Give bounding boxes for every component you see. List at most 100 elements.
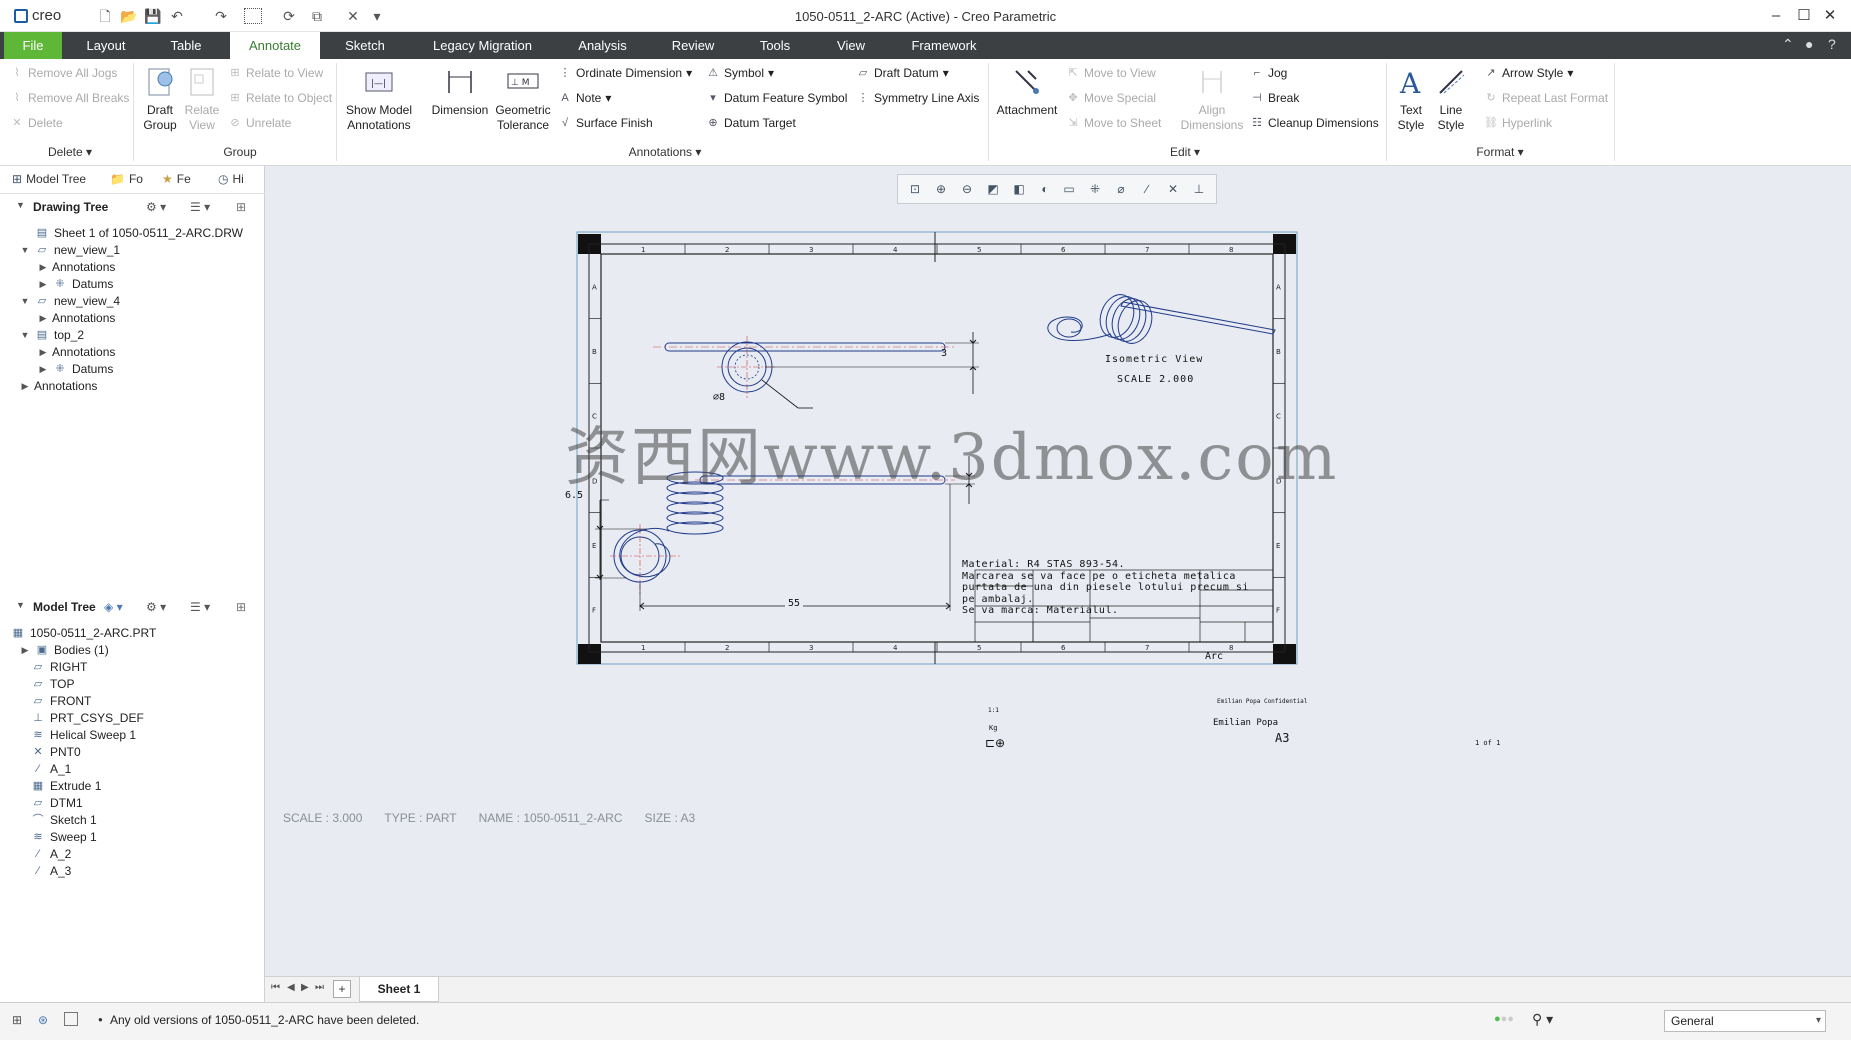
show-model-annotations-button[interactable]: |—| Show Model Annotations: [340, 65, 418, 133]
expand-icon[interactable]: ▶: [20, 377, 30, 395]
ordinate-dimension-button[interactable]: ⋮ Ordinate Dimension ▾: [558, 66, 693, 80]
drawing-tree-expand-icon[interactable]: ⊞: [236, 200, 246, 214]
tab-framework[interactable]: Framework: [898, 32, 990, 59]
arrow-style-button[interactable]: ↗ Arrow Style ▾: [1484, 66, 1573, 80]
collapse-model-tree-icon[interactable]: ▼: [16, 600, 25, 610]
model-tree-item[interactable]: ▦ Extrude 1: [30, 777, 102, 795]
break-button[interactable]: ⊣ Break: [1250, 91, 1299, 105]
new-file-icon[interactable]: 🗋: [96, 8, 114, 24]
add-sheet-icon[interactable]: +: [333, 980, 351, 998]
model-tree-expand-icon[interactable]: ⊞: [236, 600, 246, 614]
model-tree-item[interactable]: ▱ TOP: [30, 675, 75, 693]
drawing-notes[interactable]: Material: R4 STAS 893-54. Marcarea se va …: [962, 559, 1249, 617]
expand-icon[interactable]: ▶: [38, 258, 48, 276]
model-tree-item[interactable]: ▱ DTM1: [30, 794, 83, 812]
dimension-diameter-label[interactable]: ⌀8: [713, 392, 725, 403]
tab-analysis[interactable]: Analysis: [565, 32, 640, 59]
collapse-icon[interactable]: ▼: [20, 292, 30, 310]
model-tree-item[interactable]: ▱ RIGHT: [30, 658, 88, 676]
note-button[interactable]: A Note ▾: [558, 91, 611, 105]
find-icon[interactable]: ⚲ ▾: [1532, 1011, 1553, 1028]
open-file-icon[interactable]: 📂: [120, 8, 138, 24]
model-tree-item[interactable]: ≋ Sweep 1: [30, 828, 96, 846]
tab-sketch[interactable]: Sketch: [330, 32, 400, 59]
isometric-scale-label[interactable]: SCALE 2.000: [1117, 374, 1194, 385]
drawing-tree-settings-icon[interactable]: ⚙ ▾: [146, 200, 166, 214]
draft-group-button[interactable]: Draft Group: [138, 65, 182, 133]
model-tree-settings-icon[interactable]: ⚙ ▾: [146, 600, 166, 614]
tab-layout[interactable]: Layout: [72, 32, 140, 59]
move-to-sheet-button[interactable]: ⇲ Move to Sheet: [1066, 116, 1161, 130]
drawing-tree-item[interactable]: ▶ ⁜ Datums: [38, 360, 114, 378]
regen-status-icon[interactable]: ●●●: [1494, 1013, 1514, 1025]
regenerate-icon[interactable]: ⟳: [280, 8, 298, 24]
next-sheet-icon[interactable]: ▶: [301, 982, 309, 993]
expand-icon[interactable]: ▶: [38, 360, 48, 378]
geometric-tolerance-button[interactable]: ⊥ M Geometric Tolerance: [494, 65, 552, 133]
expand-icon[interactable]: ▶: [38, 343, 48, 361]
prev-sheet-icon[interactable]: ◀: [287, 982, 295, 993]
customize-icon[interactable]: ▾: [368, 8, 386, 24]
drawing-tree-item[interactable]: ▼ ▱ new_view_1: [20, 241, 121, 259]
tab-legacy-migration[interactable]: Legacy Migration: [420, 32, 545, 59]
drawing-tree-item[interactable]: ▼ ▤ top_2: [20, 326, 85, 344]
line-style-button[interactable]: Line Style: [1430, 65, 1472, 133]
datum-target-button[interactable]: ⊕ Datum Target: [706, 116, 795, 130]
drawing-tree-item[interactable]: ▤ Sheet 1 of 1050-0511_2-ARC.DRW: [20, 224, 243, 242]
dimension-3-label[interactable]: 3: [941, 348, 947, 359]
model-tree-item[interactable]: ∕ A_1: [30, 760, 71, 778]
save-icon[interactable]: 💾: [144, 8, 162, 24]
tab-tools[interactable]: Tools: [744, 32, 806, 59]
hyperlink-button[interactable]: ⛓ Hyperlink: [1484, 116, 1552, 130]
text-style-button[interactable]: A Text Style: [1390, 65, 1432, 133]
edit-group-label[interactable]: Edit ▾: [1150, 145, 1220, 159]
remove-all-jogs-button[interactable]: ⌇ Remove All Jogs: [10, 66, 117, 80]
model-tree-item[interactable]: ▦ 1050-0511_2-ARC.PRT: [10, 624, 157, 642]
tab-review[interactable]: Review: [658, 32, 728, 59]
move-to-view-button[interactable]: ⇱ Move to View: [1066, 66, 1155, 80]
minimize-icon[interactable]: –: [1766, 6, 1786, 26]
expand-icon[interactable]: ▶: [20, 641, 30, 659]
attachment-button[interactable]: Attachment: [992, 65, 1062, 118]
collapse-icon[interactable]: ▼: [20, 326, 30, 344]
close-window-icon[interactable]: ✕: [344, 8, 362, 24]
tab-model-tree[interactable]: ⊞ Model Tree: [12, 172, 86, 186]
relate-to-view-button[interactable]: ⊞ Relate to View: [228, 66, 323, 80]
collapse-ribbon-icon[interactable]: ⌃: [1782, 36, 1794, 53]
relate-to-object-button[interactable]: ⊞ Relate to Object: [228, 91, 332, 105]
expand-icon[interactable]: ▶: [38, 309, 48, 327]
relate-view-button[interactable]: Relate View: [180, 65, 224, 133]
delete-group-label[interactable]: Delete ▾: [30, 145, 110, 159]
drawing-tree-item[interactable]: ▶ Annotations: [38, 343, 116, 361]
remove-all-breaks-button[interactable]: ⌇ Remove All Breaks: [10, 91, 129, 105]
model-tree-item[interactable]: ✕ PNT0: [30, 743, 80, 761]
model-tree-display-icon[interactable]: ◈ ▾: [104, 600, 123, 614]
model-tree-item[interactable]: ⊥ PRT_CSYS_DEF: [30, 709, 144, 727]
delete-button[interactable]: ✕ Delete: [10, 116, 62, 130]
redo-icon[interactable]: ↷: [212, 8, 230, 24]
unrelate-button[interactable]: ⊘ Unrelate: [228, 116, 291, 130]
sheet-1-tab[interactable]: Sheet 1: [359, 977, 439, 1002]
collapse-icon[interactable]: ▼: [20, 241, 30, 259]
fullscreen-icon[interactable]: [64, 1012, 78, 1026]
user-icon[interactable]: ●: [1805, 36, 1813, 52]
drawing-tree-item[interactable]: ▶ Annotations: [20, 377, 98, 395]
model-tree-item[interactable]: ▶ ▣ Bodies (1): [20, 641, 109, 659]
isometric-view-label[interactable]: Isometric View: [1105, 354, 1203, 365]
tab-file[interactable]: File: [4, 32, 62, 59]
undo-icon[interactable]: ↶: [168, 8, 186, 24]
model-tree-filter-icon[interactable]: ☰ ▾: [190, 600, 210, 614]
symbol-button[interactable]: ⚠ Symbol ▾: [706, 66, 774, 80]
tab-history[interactable]: ◷ Hi: [218, 172, 244, 186]
windows-icon[interactable]: ⧉: [308, 8, 326, 24]
dimension-55-label[interactable]: 55: [785, 598, 804, 609]
drawing-tree-item[interactable]: ▶ Annotations: [38, 258, 116, 276]
cleanup-dimensions-button[interactable]: ☷ Cleanup Dimensions: [1250, 116, 1379, 130]
repeat-last-format-button[interactable]: ↻ Repeat Last Format: [1484, 91, 1608, 105]
collapse-drawing-tree-icon[interactable]: ▼: [16, 200, 25, 210]
model-tree-item[interactable]: ∕ A_3: [30, 862, 71, 880]
browser-toggle-icon[interactable]: ⊛: [38, 1013, 48, 1027]
selection-filter-select[interactable]: General ▾: [1664, 1010, 1826, 1032]
last-sheet-icon[interactable]: ⏭: [315, 982, 324, 993]
model-tree-item[interactable]: ▱ FRONT: [30, 692, 92, 710]
